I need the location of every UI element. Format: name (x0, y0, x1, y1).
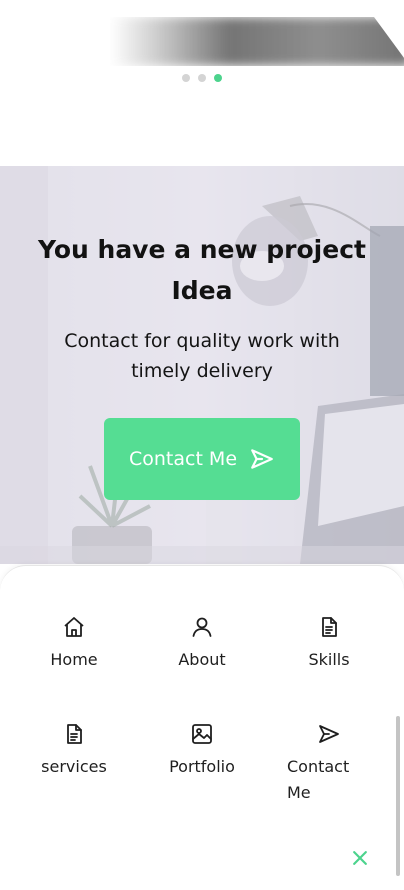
banner-subtitle: Contact for quality work with timely del… (64, 330, 340, 382)
contact-banner: You have a new project Idea Contact for … (0, 166, 404, 564)
nav-item-label: Contact Me (287, 757, 350, 802)
banner-title: You have a new project Idea (38, 235, 366, 305)
scrollbar-thumb[interactable] (396, 716, 400, 876)
contact-me-button-label: Contact Me (128, 448, 238, 470)
home-icon (62, 615, 86, 639)
nav-item-about[interactable]: About (147, 615, 257, 673)
image-icon (190, 722, 214, 746)
carousel (0, 0, 404, 100)
scrollbar[interactable] (396, 716, 402, 876)
nav-item-contact[interactable]: Contact Me (274, 722, 384, 806)
nav-item-label: About (178, 650, 226, 669)
user-icon (190, 615, 214, 639)
carousel-dot[interactable] (198, 74, 206, 82)
carousel-dot-active[interactable] (214, 74, 222, 82)
banner-content: You have a new project Idea Contact for … (0, 166, 404, 564)
nav-item-skills[interactable]: Skills (274, 615, 384, 673)
document-icon (317, 615, 341, 639)
document-icon (62, 722, 86, 746)
nav-item-label: services (41, 757, 107, 776)
close-icon[interactable] (347, 846, 373, 870)
send-icon (317, 722, 341, 746)
nav-item-label: Home (50, 650, 98, 669)
contact-me-button[interactable]: Contact Me (104, 418, 300, 500)
send-icon (251, 449, 273, 469)
nav-item-label: Portfolio (169, 757, 235, 776)
nav-item-services[interactable]: services (19, 722, 129, 780)
nav-item-label: Skills (308, 650, 350, 669)
carousel-dot[interactable] (182, 74, 190, 82)
carousel-slide-image (110, 17, 404, 66)
carousel-pagination (0, 74, 404, 82)
bottom-nav-menu: Home About Skills services Portfolio Con… (0, 565, 404, 890)
nav-item-portfolio[interactable]: Portfolio (147, 722, 257, 780)
nav-item-home[interactable]: Home (19, 615, 129, 673)
